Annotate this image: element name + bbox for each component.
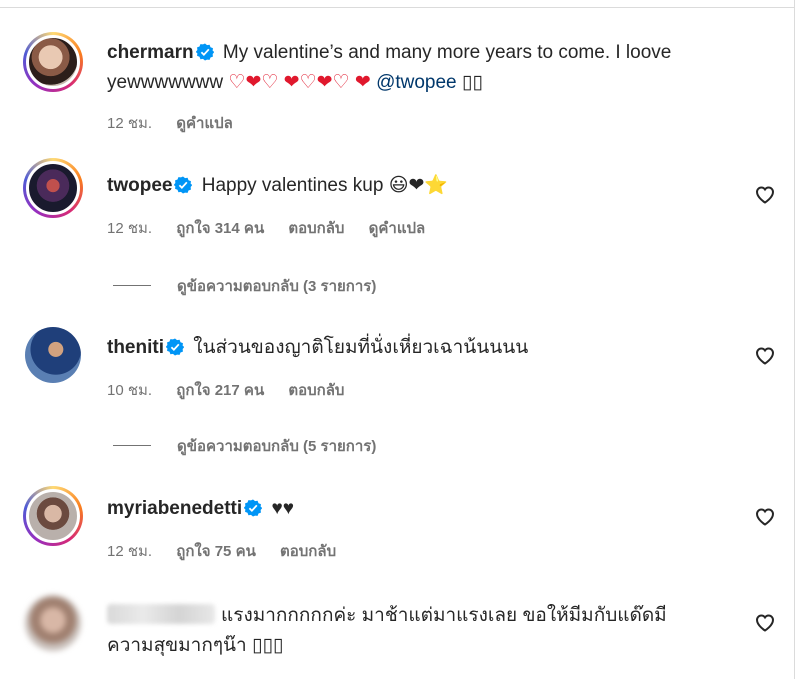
comment-body: twopee Happy valentines kup 😃❤⭐ — [107, 171, 724, 201]
comment-text: ♥♥ — [271, 498, 294, 519]
comment-meta: 12 ชม. ถูกใจ 75 คน ตอบกลับ — [107, 539, 356, 563]
username[interactable]: chermarn — [107, 42, 194, 63]
translate-link[interactable]: ดูคำแปล — [369, 220, 426, 237]
comment-body: แรงมากกกกกค่ะ มาช้าแต่มาแรงเลย ขอให้มีมก… — [107, 601, 724, 661]
trailing-glyphs: ▯▯ — [461, 72, 483, 93]
view-replies-label: ดูข้อความตอบกลับ (5 รายการ) — [177, 438, 377, 455]
reply-button[interactable]: ตอบกลับ — [288, 220, 344, 237]
username[interactable]: twopee — [107, 175, 172, 196]
view-replies-button[interactable]: ดูข้อความตอบกลับ (3 รายการ) — [113, 274, 376, 298]
view-replies-button[interactable]: ดูข้อความตอบกลับ (5 รายการ) — [113, 434, 376, 458]
mention-link[interactable]: @twopee — [376, 72, 457, 93]
divider-line — [113, 445, 151, 446]
verified-badge-icon — [195, 43, 214, 61]
scrollbar-track[interactable] — [794, 0, 800, 679]
comment-body: chermarn My valentine’s and many more ye… — [107, 38, 724, 98]
comment-meta: 12 ชม. ดูคำแปล — [107, 111, 253, 135]
divider-line — [113, 285, 151, 286]
comment-meta: 10 ชม. ถูกใจ 217 คน ตอบกลับ — [107, 378, 364, 402]
heart-outline-icon[interactable] — [753, 504, 777, 528]
translate-link[interactable]: ดูคำแปล — [176, 115, 233, 132]
window-top-edge — [0, 0, 800, 8]
comment-text: Happy valentines kup — [201, 175, 384, 196]
username[interactable]: theniti — [107, 337, 164, 358]
avatar[interactable] — [23, 32, 83, 92]
timestamp[interactable]: 12 ชม. — [107, 543, 152, 560]
comment-body: myriabenedetti ♥♥ — [107, 494, 724, 524]
reply-button[interactable]: ตอบกลับ — [280, 543, 336, 560]
verified-badge-icon — [166, 338, 184, 356]
comment-text-line2: ความสุขมากๆน๊า ▯▯▯ — [107, 635, 284, 656]
blurred-username[interactable] — [107, 604, 215, 624]
timestamp[interactable]: 12 ชม. — [107, 220, 152, 237]
likes-count[interactable]: ถูกใจ 217 คน — [176, 382, 264, 399]
avatar[interactable] — [23, 158, 83, 218]
heart-outline-icon[interactable] — [753, 343, 777, 367]
timestamp[interactable]: 12 ชม. — [107, 115, 152, 132]
likes-count[interactable]: ถูกใจ 75 คน — [176, 543, 256, 560]
emoji-group: 😃❤⭐ — [388, 175, 449, 196]
comment-body: theniti ในส่วนของญาติโยมที่นั่งเหี่ยวเฉา… — [107, 333, 724, 363]
heart-outline-icon[interactable] — [753, 610, 777, 634]
hearts-emoji: ♡❤♡ ❤♡❤♡ ❤ — [228, 72, 371, 93]
comment-text-line1: แรงมากกกกกค่ะ มาช้าแต่มาแรงเลย ขอให้มีมก… — [221, 605, 667, 626]
likes-count[interactable]: ถูกใจ 314 คน — [176, 220, 264, 237]
username[interactable]: myriabenedetti — [107, 498, 242, 519]
reply-button[interactable]: ตอบกลับ — [288, 382, 344, 399]
heart-outline-icon[interactable] — [753, 182, 777, 206]
verified-badge-icon — [174, 176, 193, 194]
comment-text: ในส่วนของญาติโยมที่นั่งเหี่ยวเฉาน้นนนน — [193, 337, 529, 358]
avatar[interactable] — [23, 486, 83, 546]
verified-badge-icon — [244, 499, 263, 517]
comment-meta: 12 ชม. ถูกใจ 314 คน ตอบกลับ ดูคำแปล — [107, 216, 445, 240]
avatar[interactable] — [25, 595, 81, 651]
timestamp[interactable]: 10 ชม. — [107, 382, 152, 399]
avatar[interactable] — [25, 327, 81, 383]
view-replies-label: ดูข้อความตอบกลับ (3 รายการ) — [177, 278, 377, 295]
